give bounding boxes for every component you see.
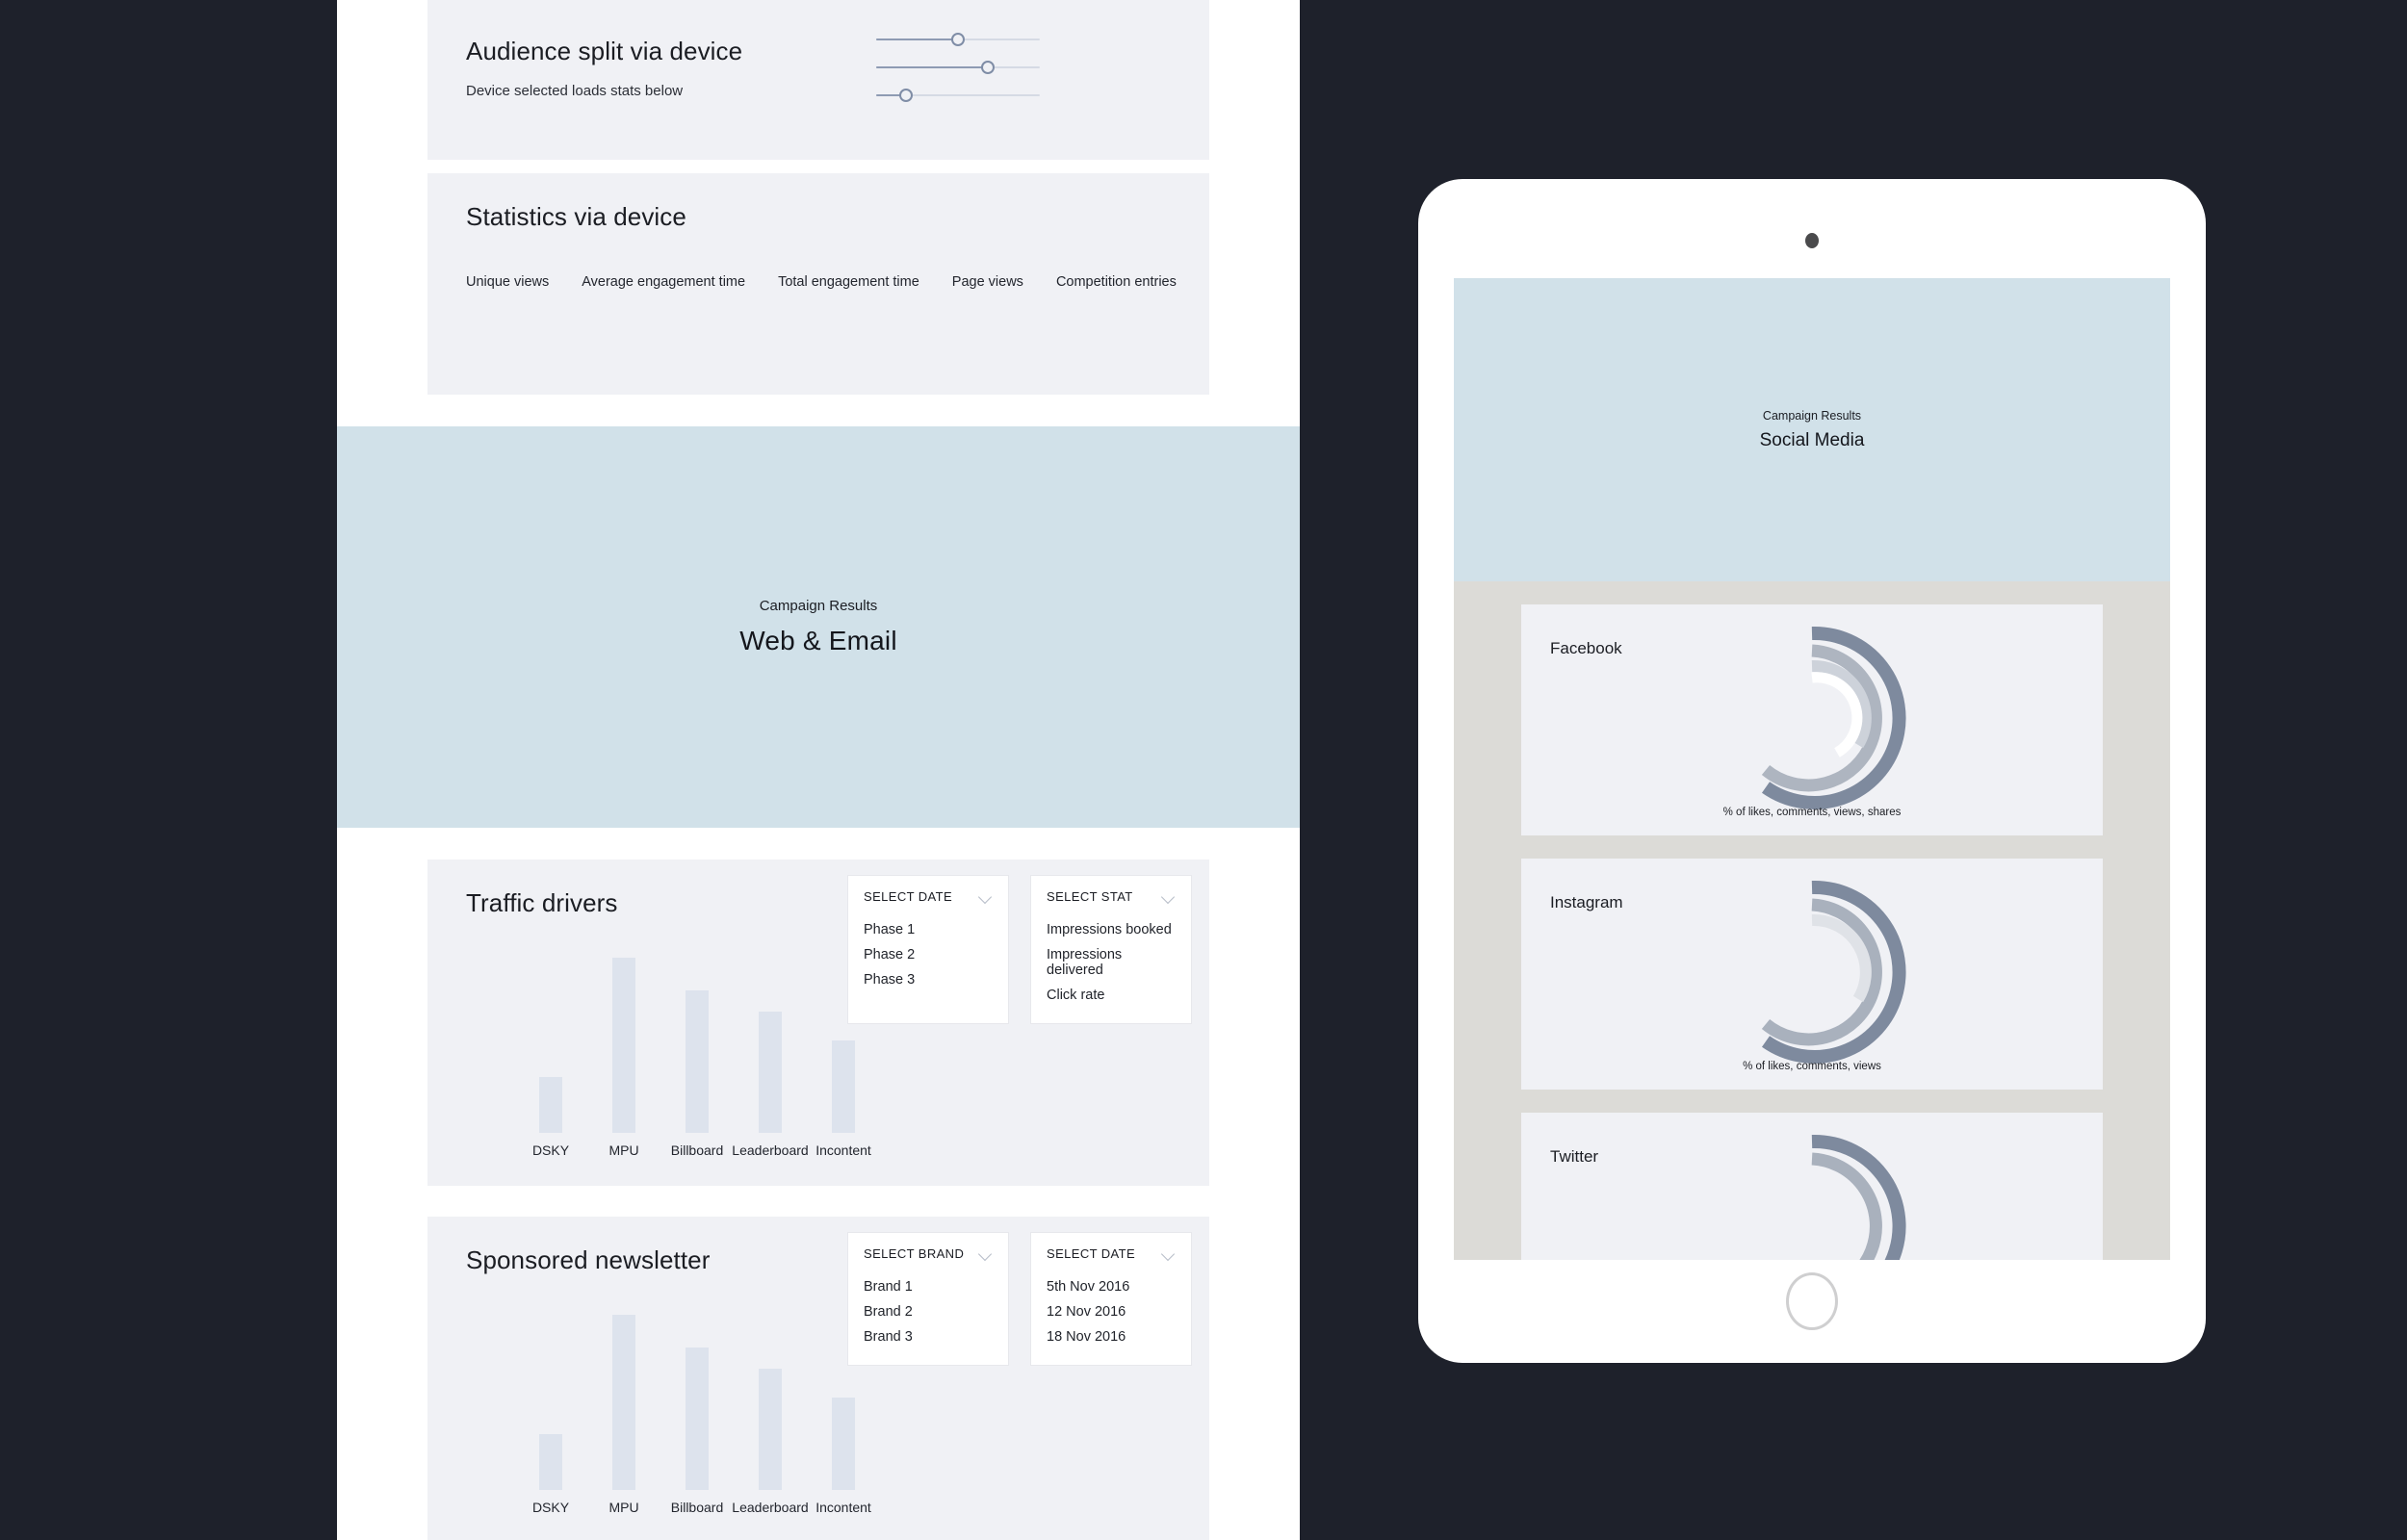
stat-total-engagement-time[interactable]: Total engagement time bbox=[778, 274, 919, 290]
dropdown-header[interactable]: SELECT STAT bbox=[1047, 889, 1176, 904]
slider-knob-2[interactable] bbox=[980, 61, 995, 74]
web-page-mockup: Audience split via device Device selecte… bbox=[337, 0, 1300, 1540]
chevron-down-icon[interactable] bbox=[1162, 1249, 1176, 1258]
tablet-banner-kicker: Campaign Results bbox=[1762, 408, 1862, 423]
bar-leaderboard bbox=[759, 1369, 782, 1490]
sponsored-newsletter-title: Sponsored newsletter bbox=[466, 1245, 711, 1274]
social-card-caption: % of likes, comments, views, shares bbox=[1722, 807, 1902, 818]
banner-kicker: Campaign Results bbox=[759, 598, 878, 614]
bar-billboard bbox=[686, 990, 709, 1133]
screenshot-stage: Audience split via device Device selecte… bbox=[0, 0, 2407, 1540]
statistics-title: Statistics via device bbox=[466, 202, 686, 231]
audience-split-panel: Audience split via device Device selecte… bbox=[427, 0, 1209, 160]
twitter-donut-chart bbox=[1811, 1134, 1906, 1260]
slider-row-1[interactable] bbox=[876, 25, 1040, 53]
bar-label-incontent: Incontent bbox=[815, 1142, 871, 1158]
stat-page-views[interactable]: Page views bbox=[952, 274, 1023, 290]
stat-competition-entries[interactable]: Competition entries bbox=[1056, 274, 1177, 290]
bar-billboard bbox=[686, 1348, 709, 1490]
social-card-caption: % of likes, comments, views bbox=[1743, 1061, 1881, 1072]
traffic-drivers-title: Traffic drivers bbox=[466, 888, 618, 917]
social-card-twitter[interactable]: Twitter bbox=[1521, 1113, 2103, 1260]
bar-label-dsky: DSKY bbox=[531, 1142, 570, 1158]
audience-split-title: Audience split via device bbox=[466, 37, 743, 65]
dropdown-label: SELECT BRAND bbox=[864, 1246, 965, 1261]
slider-row-3[interactable] bbox=[876, 81, 1040, 109]
facebook-donut-chart bbox=[1761, 626, 1906, 809]
statistics-metric-row: Unique views Average engagement time Tot… bbox=[466, 274, 1190, 290]
dropdown-header[interactable]: SELECT BRAND bbox=[864, 1246, 993, 1261]
bar-axis-labels: DSKY MPU Billboard Leaderboard Incontent bbox=[466, 1142, 1190, 1166]
sponsored-newsletter-bar-chart: DSKY MPU Billboard Leaderboard Incontent bbox=[466, 1297, 1190, 1523]
bar-incontent bbox=[832, 1398, 855, 1490]
bar-label-billboard: Billboard bbox=[670, 1500, 724, 1515]
camera-icon bbox=[1805, 233, 1819, 248]
social-card-title: Instagram bbox=[1550, 893, 1623, 911]
bar-mpu bbox=[612, 1315, 635, 1490]
chevron-down-icon[interactable] bbox=[979, 892, 993, 901]
slider-row-2[interactable] bbox=[876, 53, 1040, 81]
dropdown-label: SELECT STAT bbox=[1047, 889, 1133, 904]
bar-group bbox=[466, 940, 1190, 1133]
bar-axis-labels: DSKY MPU Billboard Leaderboard Incontent bbox=[466, 1500, 1190, 1523]
bar-label-leaderboard: Leaderboard bbox=[732, 1142, 809, 1158]
social-card-title: Facebook bbox=[1550, 639, 1622, 657]
chevron-down-icon[interactable] bbox=[979, 1249, 993, 1258]
slider-knob-1[interactable] bbox=[951, 33, 965, 46]
bar-mpu bbox=[612, 958, 635, 1133]
bar-label-incontent: Incontent bbox=[815, 1500, 871, 1515]
social-media-banner: Campaign Results Social Media bbox=[1454, 278, 2170, 581]
bar-label-mpu: MPU bbox=[608, 1500, 639, 1515]
bar-label-mpu: MPU bbox=[608, 1142, 639, 1158]
stat-unique-views[interactable]: Unique views bbox=[466, 274, 549, 290]
slider-knob-3[interactable] bbox=[898, 89, 913, 102]
social-card-instagram[interactable]: Instagram % of likes, comments, views bbox=[1521, 859, 2103, 1090]
statistics-panel: Statistics via device Unique views Avera… bbox=[427, 173, 1209, 395]
bar-leaderboard bbox=[759, 1012, 782, 1133]
tablet-screen: Campaign Results Social Media Facebook %… bbox=[1454, 278, 2170, 1260]
traffic-drivers-panel: Traffic drivers SELECT DATE Phase 1 Phas… bbox=[427, 860, 1209, 1186]
social-card-title: Twitter bbox=[1550, 1147, 1599, 1166]
dropdown-label: SELECT DATE bbox=[864, 889, 953, 904]
slider-fill-2 bbox=[876, 66, 988, 68]
dropdown-option[interactable]: Brand 1 bbox=[864, 1274, 993, 1299]
sponsored-newsletter-panel: Sponsored newsletter SELECT BRAND Brand … bbox=[427, 1217, 1209, 1540]
home-button[interactable] bbox=[1786, 1272, 1838, 1330]
bar-label-dsky: DSKY bbox=[531, 1500, 570, 1515]
banner-title: Web & Email bbox=[739, 626, 897, 655]
bar-incontent bbox=[832, 1040, 855, 1133]
instagram-donut-chart bbox=[1761, 880, 1906, 1064]
bar-group bbox=[466, 1297, 1190, 1490]
dropdown-option[interactable]: 5th Nov 2016 bbox=[1047, 1274, 1176, 1299]
social-card-facebook[interactable]: Facebook % of likes, comments, views, sh… bbox=[1521, 604, 2103, 835]
bar-dsky bbox=[539, 1077, 562, 1133]
stat-average-engagement-time[interactable]: Average engagement time bbox=[582, 274, 745, 290]
tablet-device: Campaign Results Social Media Facebook %… bbox=[1418, 179, 2206, 1363]
bar-dsky bbox=[539, 1434, 562, 1490]
device-sliders bbox=[876, 25, 1040, 109]
audience-split-subtitle: Device selected loads stats below bbox=[466, 83, 684, 99]
tablet-banner-title: Social Media bbox=[1759, 429, 1865, 450]
dropdown-label: SELECT DATE bbox=[1047, 1246, 1136, 1261]
chevron-down-icon[interactable] bbox=[1162, 892, 1176, 901]
dropdown-option[interactable]: Impressions booked bbox=[1047, 917, 1176, 942]
dropdown-option[interactable]: Phase 1 bbox=[864, 917, 993, 942]
dropdown-header[interactable]: SELECT DATE bbox=[864, 889, 993, 904]
web-email-banner: Campaign Results Web & Email bbox=[337, 426, 1300, 828]
dropdown-header[interactable]: SELECT DATE bbox=[1047, 1246, 1176, 1261]
traffic-drivers-bar-chart: DSKY MPU Billboard Leaderboard Incontent bbox=[466, 940, 1190, 1166]
slider-fill-1 bbox=[876, 38, 958, 40]
bar-label-leaderboard: Leaderboard bbox=[732, 1500, 809, 1515]
bar-label-billboard: Billboard bbox=[670, 1142, 724, 1158]
